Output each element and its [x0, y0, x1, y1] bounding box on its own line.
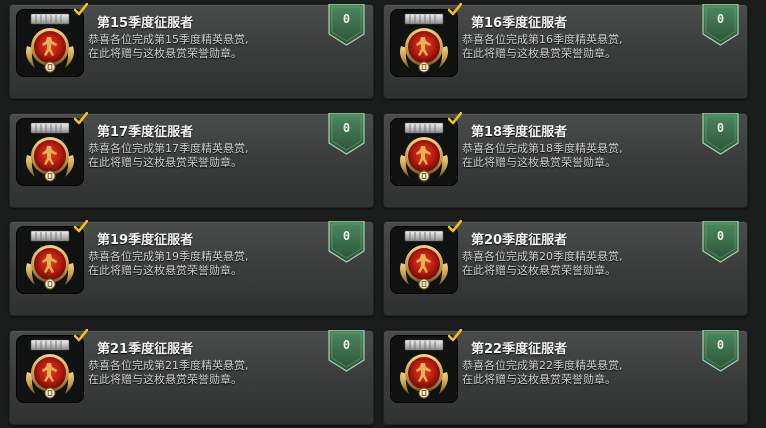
medal-frame — [390, 9, 458, 77]
description-line: 在此将赠与这枚悬赏荣誉勋章。 — [462, 373, 616, 386]
achievement-card[interactable]: 第21季度征服者 恭喜各位完成第21季度精英悬赏, 在此将赠与这枚悬赏荣誉勋章。… — [9, 329, 374, 425]
season-conqueror-medal-icon — [400, 339, 448, 399]
achievement-title: 第21季度征服者 — [97, 342, 194, 357]
achievement-description: 恭喜各位完成第22季度精英悬赏, 在此将赠与这枚悬赏荣誉勋章。 — [462, 359, 682, 387]
checkmark-icon — [448, 329, 462, 342]
badge-count: 0 — [342, 121, 351, 135]
medal-frame — [390, 118, 458, 186]
season-conqueror-medal-icon — [400, 13, 448, 73]
description-line: 恭喜各位完成第21季度精英悬赏, — [88, 359, 249, 372]
season-conqueror-medal-icon — [26, 13, 74, 73]
achievement-title: 第16季度征服者 — [471, 16, 568, 31]
achievement-description: 恭喜各位完成第17季度精英悬赏, 在此将赠与这枚悬赏荣誉勋章。 — [88, 142, 308, 170]
description-line: 恭喜各位完成第15季度精英悬赏, — [88, 33, 249, 46]
description-line: 在此将赠与这枚悬赏荣誉勋章。 — [88, 373, 242, 386]
checkmark-icon — [74, 220, 88, 233]
description-line: 在此将赠与这枚悬赏荣誉勋章。 — [88, 156, 242, 169]
count-badge: 0 — [702, 4, 739, 46]
achievement-description: 恭喜各位完成第16季度精英悬赏, 在此将赠与这枚悬赏荣誉勋章。 — [462, 33, 682, 61]
badge-count: 0 — [716, 338, 725, 352]
season-conqueror-medal-icon — [26, 339, 74, 399]
achievement-title: 第15季度征服者 — [97, 16, 194, 31]
medal-frame — [390, 335, 458, 403]
achievement-card[interactable]: 第15季度征服者 恭喜各位完成第15季度精英悬赏, 在此将赠与这枚悬赏荣誉勋章。… — [9, 3, 374, 99]
checkmark-icon — [448, 3, 462, 16]
badge-count: 0 — [716, 12, 725, 26]
medal-frame — [16, 118, 84, 186]
achievement-description: 恭喜各位完成第15季度精英悬赏, 在此将赠与这枚悬赏荣誉勋章。 — [88, 33, 308, 61]
count-badge: 0 — [702, 113, 739, 155]
achievement-grid: 第15季度征服者 恭喜各位完成第15季度精英悬赏, 在此将赠与这枚悬赏荣誉勋章。… — [0, 0, 766, 428]
badge-count: 0 — [716, 121, 725, 135]
description-line: 恭喜各位完成第16季度精英悬赏, — [462, 33, 623, 46]
checkmark-icon — [74, 3, 88, 16]
achievement-description: 恭喜各位完成第19季度精英悬赏, 在此将赠与这枚悬赏荣誉勋章。 — [88, 250, 308, 278]
medal-frame — [16, 335, 84, 403]
achievement-card[interactable]: 第16季度征服者 恭喜各位完成第16季度精英悬赏, 在此将赠与这枚悬赏荣誉勋章。… — [383, 3, 748, 99]
description-line: 在此将赠与这枚悬赏荣誉勋章。 — [462, 156, 616, 169]
achievement-title: 第18季度征服者 — [471, 125, 568, 140]
checkmark-icon — [448, 220, 462, 233]
checkmark-icon — [448, 112, 462, 125]
achievement-card[interactable]: 第17季度征服者 恭喜各位完成第17季度精英悬赏, 在此将赠与这枚悬赏荣誉勋章。… — [9, 112, 374, 208]
description-line: 恭喜各位完成第22季度精英悬赏, — [462, 359, 623, 372]
checkmark-icon — [74, 112, 88, 125]
badge-count: 0 — [716, 229, 725, 243]
achievement-title: 第17季度征服者 — [97, 125, 194, 140]
description-line: 恭喜各位完成第20季度精英悬赏, — [462, 250, 623, 263]
season-conqueror-medal-icon — [400, 230, 448, 290]
season-conqueror-medal-icon — [26, 230, 74, 290]
count-badge: 0 — [702, 221, 739, 263]
achievement-title: 第19季度征服者 — [97, 233, 194, 248]
achievement-title: 第20季度征服者 — [471, 233, 568, 248]
achievement-description: 恭喜各位完成第21季度精英悬赏, 在此将赠与这枚悬赏荣誉勋章。 — [88, 359, 308, 387]
achievement-card[interactable]: 第19季度征服者 恭喜各位完成第19季度精英悬赏, 在此将赠与这枚悬赏荣誉勋章。… — [9, 220, 374, 316]
count-badge: 0 — [328, 330, 365, 372]
description-line: 在此将赠与这枚悬赏荣誉勋章。 — [88, 47, 242, 60]
description-line: 在此将赠与这枚悬赏荣誉勋章。 — [462, 264, 616, 277]
description-line: 恭喜各位完成第17季度精英悬赏, — [88, 142, 249, 155]
count-badge: 0 — [702, 330, 739, 372]
medal-frame — [390, 226, 458, 294]
season-conqueror-medal-icon — [26, 122, 74, 182]
achievement-card[interactable]: 第20季度征服者 恭喜各位完成第20季度精英悬赏, 在此将赠与这枚悬赏荣誉勋章。… — [383, 220, 748, 316]
badge-count: 0 — [342, 338, 351, 352]
count-badge: 0 — [328, 4, 365, 46]
achievement-card[interactable]: 第18季度征服者 恭喜各位完成第18季度精英悬赏, 在此将赠与这枚悬赏荣誉勋章。… — [383, 112, 748, 208]
achievement-description: 恭喜各位完成第18季度精英悬赏, 在此将赠与这枚悬赏荣誉勋章。 — [462, 142, 682, 170]
count-badge: 0 — [328, 221, 365, 263]
description-line: 恭喜各位完成第19季度精英悬赏, — [88, 250, 249, 263]
achievement-title: 第22季度征服者 — [471, 342, 568, 357]
description-line: 在此将赠与这枚悬赏荣誉勋章。 — [462, 47, 616, 60]
badge-count: 0 — [342, 12, 351, 26]
season-conqueror-medal-icon — [400, 122, 448, 182]
count-badge: 0 — [328, 113, 365, 155]
description-line: 在此将赠与这枚悬赏荣誉勋章。 — [88, 264, 242, 277]
achievement-card[interactable]: 第22季度征服者 恭喜各位完成第22季度精英悬赏, 在此将赠与这枚悬赏荣誉勋章。… — [383, 329, 748, 425]
description-line: 恭喜各位完成第18季度精英悬赏, — [462, 142, 623, 155]
badge-count: 0 — [342, 229, 351, 243]
medal-frame — [16, 9, 84, 77]
achievement-description: 恭喜各位完成第20季度精英悬赏, 在此将赠与这枚悬赏荣誉勋章。 — [462, 250, 682, 278]
medal-frame — [16, 226, 84, 294]
checkmark-icon — [74, 329, 88, 342]
